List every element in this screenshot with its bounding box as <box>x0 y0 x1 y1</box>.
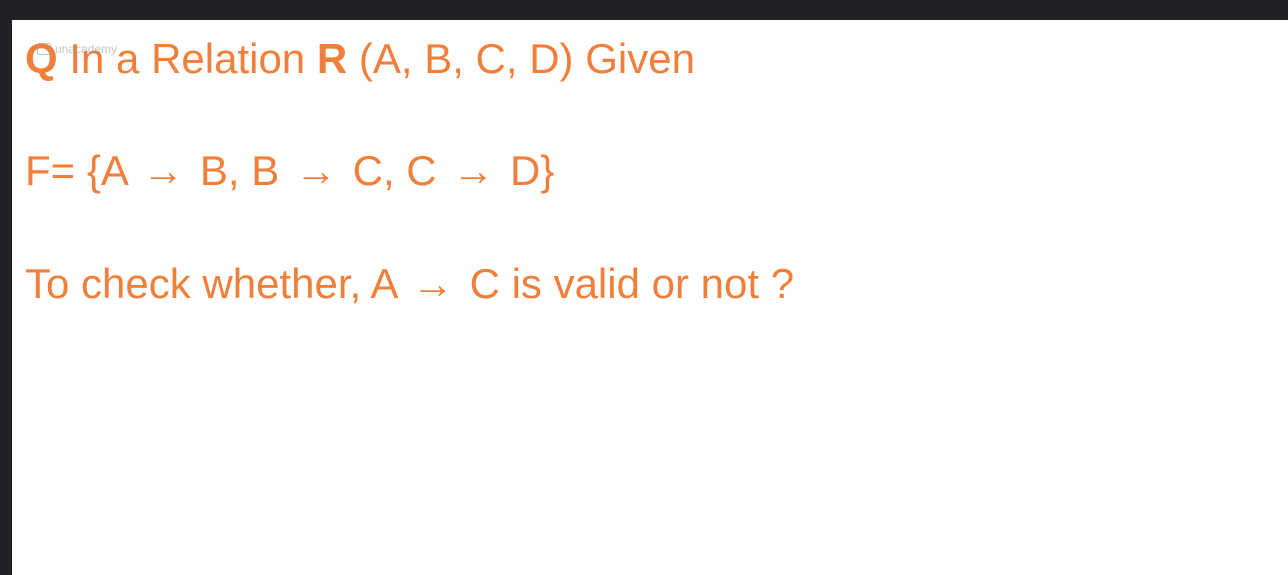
arrow-icon: → <box>452 147 495 194</box>
left-black-bar <box>0 20 12 575</box>
top-black-bar <box>0 0 1288 20</box>
validity-question-prefix: To check whether, A <box>25 260 397 307</box>
dependency-part-1: B, B <box>199 147 280 194</box>
watermark-text: unacademy <box>55 42 118 56</box>
validity-question-suffix: C is valid or not ? <box>469 260 795 307</box>
arrow-icon: → <box>411 260 454 307</box>
question-line: Q In a Relation R (A, B, C, D) Given <box>25 35 695 83</box>
dependency-part-2: C, C <box>352 147 437 194</box>
arrow-icon: → <box>142 147 185 194</box>
unacademy-logo-icon <box>37 43 51 55</box>
slide-canvas: unacademy Q In a Relation R (A, B, C, D)… <box>12 20 1288 575</box>
dependency-set-prefix: F= {A <box>25 147 127 194</box>
relation-attributes: (A, B, C, D) Given <box>358 35 695 82</box>
arrow-icon: → <box>294 147 337 194</box>
watermark: unacademy <box>37 42 117 56</box>
dependency-part-3: D} <box>509 147 555 194</box>
relation-name: R <box>316 35 348 82</box>
validity-question-line: To check whether, A → C is valid or not … <box>25 260 794 308</box>
dependency-set-line: F= {A → B, B → C, C → D} <box>25 147 554 195</box>
